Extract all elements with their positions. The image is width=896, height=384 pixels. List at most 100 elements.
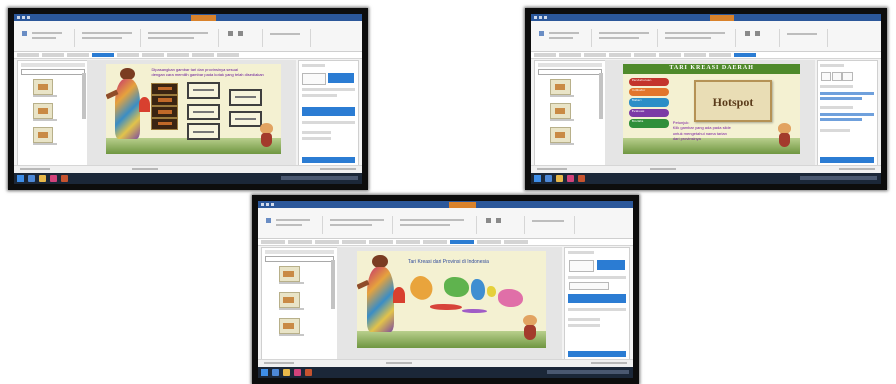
pane-button[interactable] <box>302 73 326 85</box>
pane-button[interactable] <box>831 72 843 81</box>
folder-icon[interactable] <box>283 369 290 376</box>
pane-dropdown[interactable] <box>265 256 334 262</box>
tab[interactable] <box>261 240 285 244</box>
slide-thumbnail[interactable] <box>33 79 54 95</box>
thumbnail-scrollbar[interactable] <box>599 73 603 119</box>
tab[interactable] <box>17 53 39 57</box>
paste-icon[interactable] <box>539 31 544 36</box>
menu-item-evaluasi[interactable]: Evaluasi <box>628 108 670 118</box>
tab[interactable] <box>117 53 139 57</box>
tab[interactable] <box>534 53 556 57</box>
tab[interactable] <box>559 53 581 57</box>
slide-thumbnail[interactable] <box>550 79 571 95</box>
paste-icon[interactable] <box>22 31 27 36</box>
slide-thumbnail[interactable] <box>550 103 571 119</box>
pane-dropdown[interactable] <box>538 69 602 75</box>
app-icon[interactable] <box>567 175 574 182</box>
tab[interactable] <box>167 53 189 57</box>
slide-thumbnail[interactable] <box>278 266 300 282</box>
pane-button[interactable] <box>569 260 594 272</box>
pane-footer-bar[interactable] <box>301 157 356 163</box>
hotspot-button[interactable]: Hotspot <box>693 80 773 122</box>
tab[interactable] <box>709 53 731 57</box>
tab[interactable] <box>634 53 656 57</box>
tab[interactable] <box>609 53 631 57</box>
pane-footer-bar[interactable] <box>568 351 626 357</box>
tab[interactable] <box>142 53 164 57</box>
dance-photo[interactable] <box>151 94 179 107</box>
powerpoint-icon[interactable] <box>578 175 585 182</box>
app-icon[interactable] <box>50 175 57 182</box>
slide-thumbnail[interactable] <box>278 292 300 308</box>
redo-icon[interactable] <box>271 203 274 206</box>
pane-button-selected[interactable] <box>328 73 355 83</box>
slide-thumbnail[interactable] <box>550 127 571 143</box>
powerpoint-icon[interactable] <box>61 175 68 182</box>
save-icon[interactable] <box>534 16 537 19</box>
menu-item-materi[interactable]: Materi <box>628 98 670 107</box>
explorer-icon[interactable] <box>28 175 35 182</box>
undo-icon[interactable] <box>22 16 25 19</box>
pane-button-selected[interactable] <box>597 260 626 270</box>
island-nusa-tenggara[interactable] <box>462 308 487 313</box>
tab[interactable] <box>315 240 339 244</box>
pane-button[interactable] <box>569 282 610 290</box>
tab[interactable] <box>584 53 606 57</box>
island-sulawesi[interactable] <box>471 279 485 300</box>
tab[interactable] <box>396 240 420 244</box>
tab-active[interactable] <box>734 53 756 57</box>
slide-thumbnail[interactable] <box>33 103 54 119</box>
tab[interactable] <box>42 53 64 57</box>
arrange-icon[interactable] <box>755 31 760 36</box>
menu-item-pendahuluan[interactable]: Pendahuluan <box>628 77 670 86</box>
tab-active[interactable] <box>450 240 474 244</box>
undo-icon[interactable] <box>539 16 542 19</box>
island-java[interactable] <box>430 303 463 310</box>
answer-box[interactable] <box>228 89 263 106</box>
dance-photo[interactable] <box>151 118 179 130</box>
slide-thumbnail[interactable] <box>278 318 300 334</box>
start-icon[interactable] <box>534 175 541 182</box>
island-maluku[interactable] <box>487 286 497 297</box>
thumbnail-scrollbar[interactable] <box>331 260 335 309</box>
answer-box[interactable] <box>228 110 263 128</box>
dance-photo[interactable] <box>151 82 179 95</box>
app-icon[interactable] <box>294 369 301 376</box>
tab[interactable] <box>504 240 528 244</box>
folder-icon[interactable] <box>39 175 46 182</box>
pane-footer-bar[interactable] <box>820 157 875 163</box>
dance-photo[interactable] <box>151 106 179 119</box>
tab[interactable] <box>288 240 312 244</box>
pane-dropdown[interactable] <box>21 69 85 75</box>
selected-trigger[interactable] <box>568 294 626 303</box>
paste-icon[interactable] <box>266 218 271 223</box>
redo-icon[interactable] <box>27 16 30 19</box>
slide-thumbnail[interactable] <box>33 127 54 143</box>
pane-button[interactable] <box>821 72 832 81</box>
answer-box[interactable] <box>186 103 221 121</box>
menu-item-indikator[interactable]: Indikator <box>628 87 670 97</box>
island-kalimantan[interactable] <box>443 277 469 297</box>
tab[interactable] <box>423 240 447 244</box>
shapes-icon[interactable] <box>745 31 750 36</box>
tab[interactable] <box>342 240 366 244</box>
start-icon[interactable] <box>17 175 24 182</box>
tab-active[interactable] <box>92 53 114 57</box>
island-papua[interactable] <box>498 289 524 307</box>
explorer-icon[interactable] <box>545 175 552 182</box>
folder-icon[interactable] <box>556 175 563 182</box>
tab[interactable] <box>192 53 214 57</box>
explorer-icon[interactable] <box>272 369 279 376</box>
answer-box[interactable] <box>186 123 221 140</box>
tab[interactable] <box>67 53 89 57</box>
answer-box[interactable] <box>186 82 221 99</box>
tab[interactable] <box>369 240 393 244</box>
shapes-icon[interactable] <box>486 218 491 223</box>
save-icon[interactable] <box>17 16 20 19</box>
shapes-icon[interactable] <box>228 31 233 36</box>
powerpoint-icon[interactable] <box>305 369 312 376</box>
tab[interactable] <box>659 53 681 57</box>
redo-icon[interactable] <box>544 16 547 19</box>
arrange-icon[interactable] <box>238 31 243 36</box>
start-icon[interactable] <box>261 369 268 376</box>
